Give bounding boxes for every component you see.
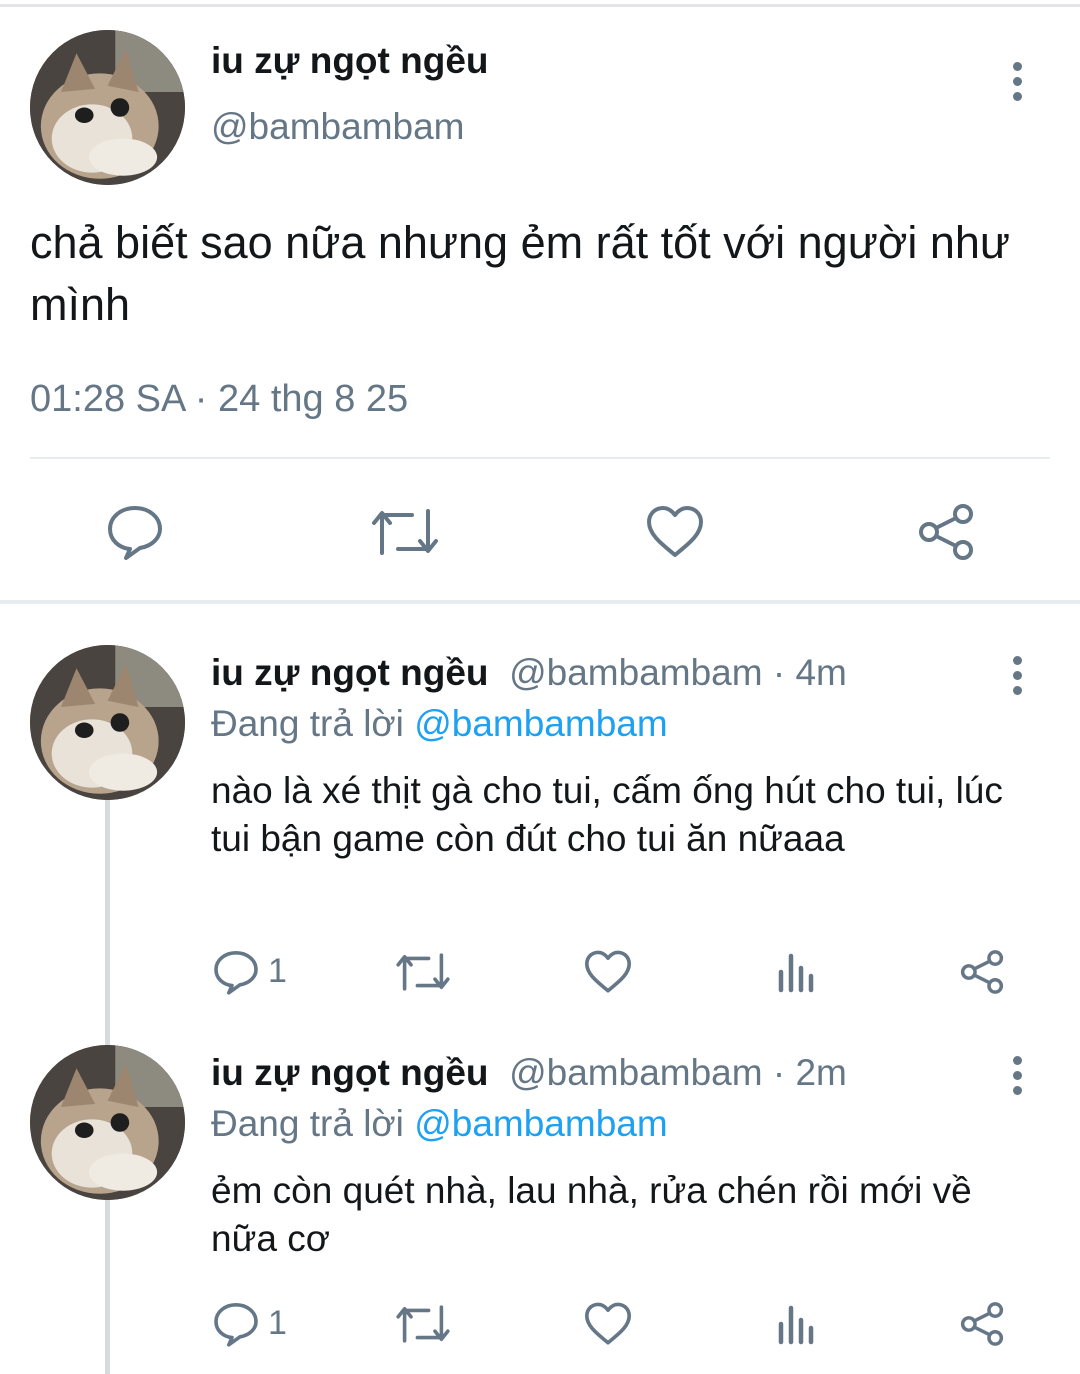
reply-header: iu zự ngọt ngều @bambambam · 2m	[211, 1052, 847, 1094]
reply-count: 1	[268, 1304, 287, 1342]
tweet-timestamp: 01:28 SA · 24 thg 8 25	[30, 378, 409, 420]
analytics-icon[interactable]	[775, 950, 819, 999]
avatar[interactable]	[30, 645, 185, 800]
avatar[interactable]	[30, 1045, 185, 1200]
reply-meta: @bambambam · 4m	[509, 652, 847, 693]
thread-line	[105, 800, 110, 1045]
reply-text: nào là xé thịt gà cho tui, cấm ống hút c…	[211, 770, 1003, 859]
reply-icon[interactable]	[212, 1300, 260, 1353]
author-handle[interactable]: @bambambam	[211, 106, 465, 148]
replying-to: Đang trả lời @bambambam	[211, 1103, 668, 1145]
replying-prefix: Đang trả lời	[211, 1103, 404, 1144]
reply-header: iu zự ngọt ngều @bambambam · 4m	[211, 652, 847, 694]
reply-icon[interactable]	[105, 502, 165, 567]
replying-to: Đang trả lời @bambambam	[211, 703, 668, 745]
like-icon[interactable]	[583, 1302, 633, 1351]
reply-text: ẻm còn quét nhà, lau nhà, rửa chén rồi m…	[211, 1170, 972, 1259]
more-options-icon[interactable]	[1005, 58, 1029, 118]
top-divider	[0, 4, 1080, 7]
section-divider	[0, 600, 1080, 604]
mention-link[interactable]: @bambambam	[414, 703, 668, 744]
more-options-icon[interactable]	[1005, 1052, 1029, 1112]
share-icon[interactable]	[915, 502, 977, 567]
retweet-icon[interactable]	[395, 950, 451, 999]
share-icon[interactable]	[958, 948, 1006, 1001]
reply-count: 1	[268, 952, 287, 990]
retweet-icon[interactable]	[370, 505, 440, 564]
retweet-icon[interactable]	[395, 1302, 451, 1351]
avatar[interactable]	[30, 30, 185, 185]
thread-line	[105, 1200, 110, 1374]
author-name[interactable]: iu zự ngọt ngều	[211, 652, 489, 693]
more-options-icon[interactable]	[1005, 652, 1029, 712]
like-icon[interactable]	[645, 505, 705, 564]
mention-link[interactable]: @bambambam	[414, 1103, 668, 1144]
author-name[interactable]: iu zự ngọt ngều	[211, 1052, 489, 1093]
analytics-icon[interactable]	[775, 1302, 819, 1351]
author-name[interactable]: iu zự ngọt ngều	[211, 40, 489, 82]
tweet-text: chả biết sao nữa nhưng ẻm rất tốt với ng…	[30, 217, 1011, 330]
divider	[30, 457, 1050, 459]
like-icon[interactable]	[583, 950, 633, 999]
replying-prefix: Đang trả lời	[211, 703, 404, 744]
reply-icon[interactable]	[212, 948, 260, 1001]
reply-meta: @bambambam · 2m	[509, 1052, 847, 1093]
share-icon[interactable]	[958, 1300, 1006, 1353]
